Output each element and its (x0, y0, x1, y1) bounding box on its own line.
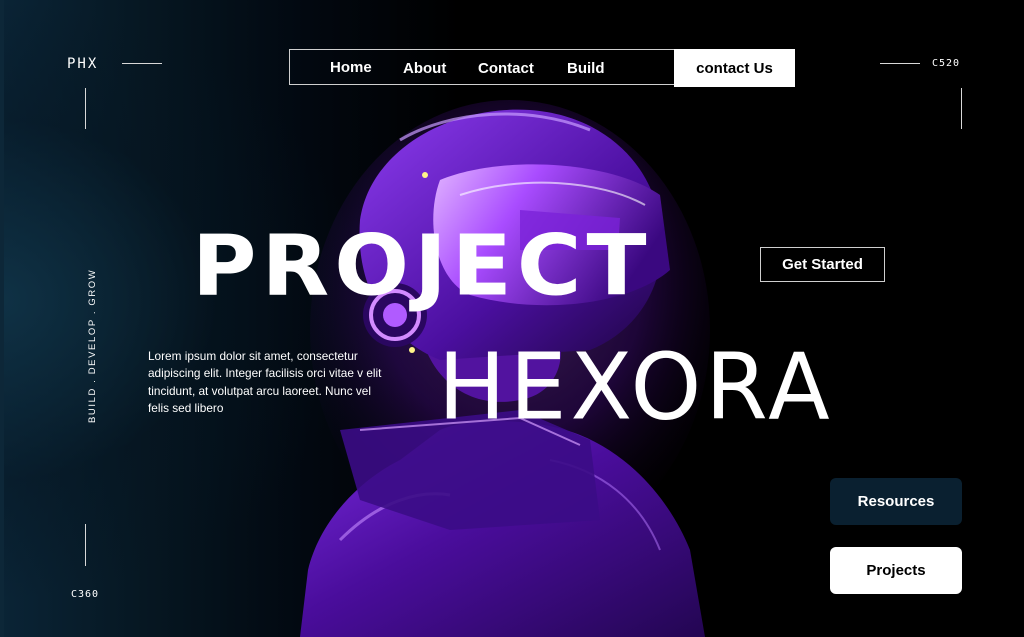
nav-link-about[interactable]: About (403, 60, 446, 77)
right-top-rule (961, 88, 962, 129)
left-bottom-rule (85, 524, 86, 566)
left-top-rule (85, 88, 86, 129)
right-top-divider (880, 63, 920, 64)
code-top-right: C520 (932, 58, 961, 69)
main-navigation: Home About Contact Build contact Us (289, 49, 795, 87)
brand-logo[interactable]: PHX (67, 56, 98, 72)
code-bottom-left: C360 (71, 589, 100, 600)
hero-description: Lorem ipsum dolor sit amet, consectetur … (148, 349, 382, 415)
vertical-tagline: BUILD . DEVELOP . GROW (87, 268, 98, 423)
hero-page: PHX C520 C360 Home About Contact Build c… (0, 0, 1024, 637)
logo-divider (122, 63, 162, 64)
nav-link-home[interactable]: Home (330, 59, 372, 76)
contact-us-button[interactable]: contact Us (674, 49, 795, 87)
projects-button[interactable]: Projects (830, 547, 962, 594)
hero-title-line2: HEXORA (438, 333, 834, 442)
nav-link-contact[interactable]: Contact (478, 60, 534, 77)
nav-link-build[interactable]: Build (567, 60, 605, 77)
left-frame-edge (0, 0, 4, 637)
hero-title-line1: PROJECT (192, 216, 652, 315)
resources-button[interactable]: Resources (830, 478, 962, 525)
get-started-button[interactable]: Get Started (760, 247, 885, 282)
